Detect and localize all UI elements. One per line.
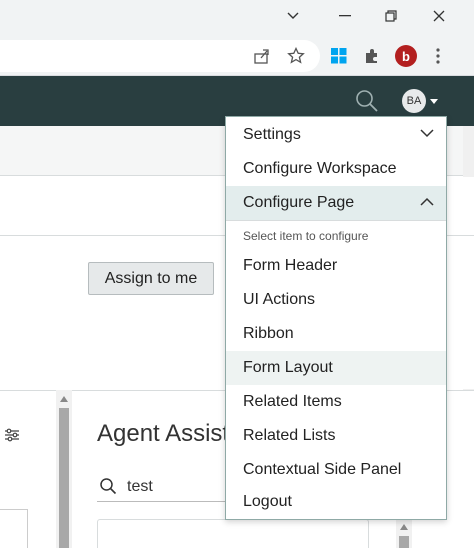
left-panel-card — [0, 509, 28, 548]
bookmark-star-icon[interactable] — [280, 40, 312, 72]
minimize-icon[interactable] — [322, 0, 368, 32]
menu-section-label: Select item to configure — [243, 229, 369, 243]
extensions-puzzle-icon[interactable] — [356, 40, 388, 72]
close-icon[interactable] — [416, 0, 462, 32]
search-icon — [100, 478, 117, 495]
user-avatar[interactable]: BA — [402, 89, 426, 113]
search-icon[interactable] — [354, 88, 380, 114]
assign-to-me-button[interactable]: Assign to me — [88, 262, 214, 295]
menu-item-configure-page[interactable]: Configure Page — [226, 186, 446, 220]
browser-menu-icon[interactable] — [422, 40, 454, 72]
menu-item-ui-actions[interactable]: UI Actions — [226, 283, 446, 317]
menu-item-ribbon[interactable]: Ribbon — [226, 317, 446, 351]
results-scrollbar[interactable] — [396, 519, 412, 548]
scroll-up-arrow-icon[interactable] — [400, 524, 408, 530]
menu-item-label: Configure Workspace — [243, 160, 397, 177]
browser-toolbar: b — [0, 36, 474, 76]
tab-search-chevron-icon[interactable] — [270, 0, 316, 32]
menu-item-logout[interactable]: Logout — [226, 485, 446, 519]
windows-extension-icon[interactable] — [323, 40, 355, 72]
scroll-up-arrow-icon[interactable] — [60, 396, 68, 402]
menu-item-form-layout[interactable]: Form Layout — [226, 351, 446, 385]
menu-item-settings[interactable]: Settings — [226, 118, 446, 152]
menu-divider — [226, 220, 446, 221]
results-scroll-thumb[interactable] — [399, 536, 409, 548]
menu-item-related-lists[interactable]: Related Lists — [226, 419, 446, 453]
profile-initial: b — [395, 45, 417, 67]
browser-titlebar — [0, 0, 474, 36]
left-panel — [0, 390, 56, 548]
share-icon[interactable] — [246, 40, 278, 72]
user-dropdown-menu: Settings Configure Workspace Configure P… — [225, 116, 447, 520]
chevron-down-icon — [420, 129, 434, 138]
menu-item-related-items[interactable]: Related Items — [226, 385, 446, 419]
agent-assist-search-value: test — [127, 478, 153, 495]
menu-item-contextual-side-panel[interactable]: Contextual Side Panel — [226, 453, 446, 487]
restore-icon[interactable] — [368, 0, 414, 32]
left-panel-scrollbar[interactable] — [56, 390, 72, 548]
result-card[interactable] — [97, 519, 369, 548]
menu-item-form-header[interactable]: Form Header — [226, 249, 446, 283]
menu-item-label: Configure Page — [243, 194, 355, 211]
agent-assist-title: Agent Assist — [97, 420, 230, 447]
menu-item-label: Settings — [243, 126, 301, 143]
user-menu-caret-icon[interactable] — [430, 99, 438, 104]
profile-avatar[interactable]: b — [390, 40, 422, 72]
chevron-up-icon — [420, 197, 434, 206]
menu-item-configure-workspace[interactable]: Configure Workspace — [226, 152, 446, 186]
filter-settings-icon[interactable] — [4, 427, 20, 448]
left-scroll-thumb[interactable] — [59, 408, 69, 548]
